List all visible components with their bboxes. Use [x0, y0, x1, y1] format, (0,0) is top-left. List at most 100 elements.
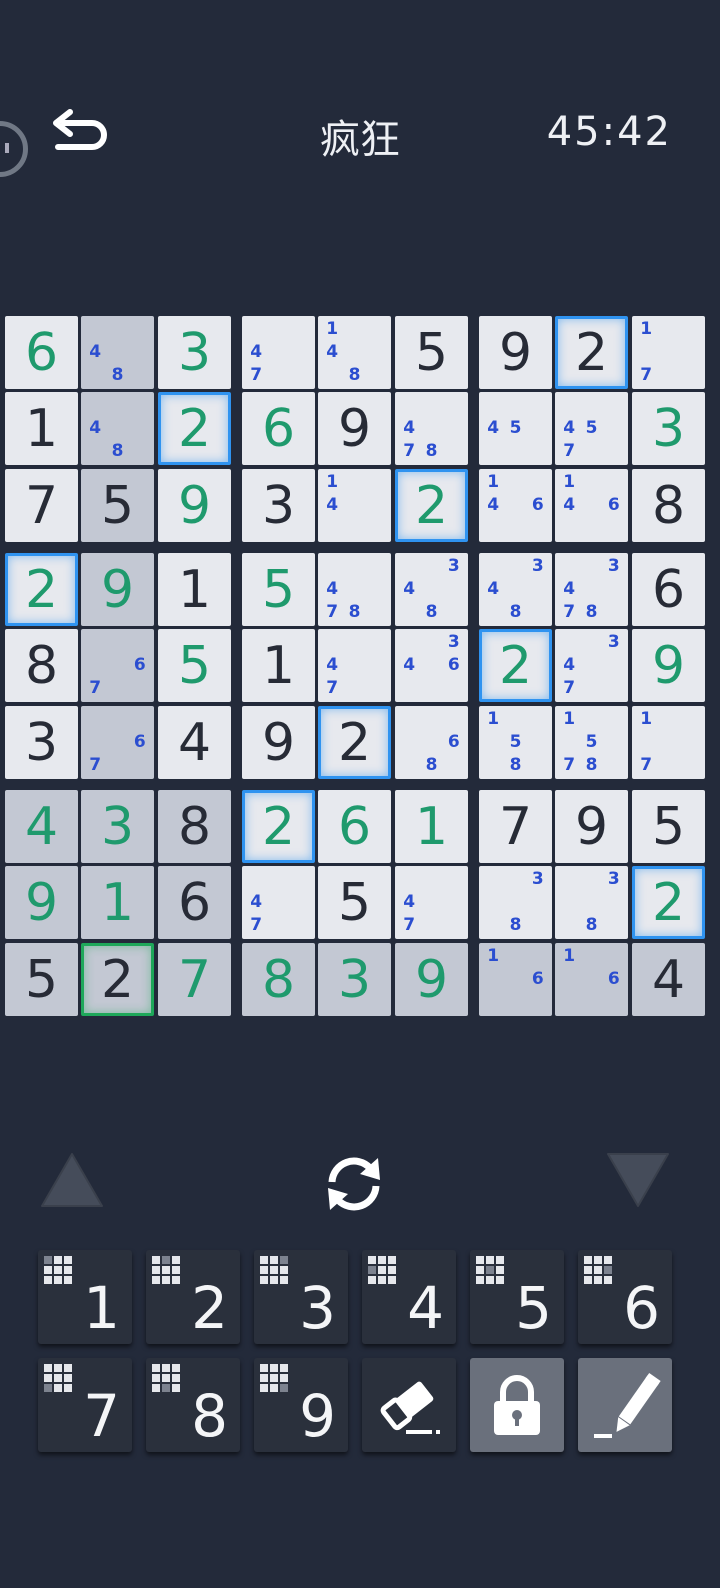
sudoku-cell[interactable]: 17 — [632, 706, 705, 779]
sudoku-cell[interactable]: 14 — [318, 469, 391, 542]
sudoku-cell[interactable]: 2 — [5, 553, 78, 626]
sudoku-cell[interactable]: 2 — [158, 392, 231, 465]
number-key-2[interactable]: 2 — [146, 1250, 240, 1344]
sudoku-cell[interactable]: 2 — [242, 790, 315, 863]
sudoku-cell[interactable]: 9 — [81, 553, 154, 626]
sudoku-cell[interactable]: 6 — [5, 316, 78, 389]
sudoku-cell[interactable]: 1 — [81, 866, 154, 939]
sudoku-cell[interactable]: 1 4 6 — [555, 469, 628, 542]
sudoku-cell[interactable]: 47 — [242, 316, 315, 389]
sudoku-cell[interactable]: 16 — [555, 943, 628, 1016]
sudoku-cell[interactable]: 9 — [395, 943, 468, 1016]
sudoku-cell[interactable]: 4 78 — [395, 392, 468, 465]
sudoku-cell[interactable]: 3 — [81, 790, 154, 863]
number-key-8[interactable]: 8 — [146, 1358, 240, 1452]
triangle-down-icon[interactable] — [604, 1150, 672, 1210]
eraser-button[interactable] — [362, 1358, 456, 1452]
number-key-7[interactable]: 7 — [38, 1358, 132, 1452]
sudoku-cell[interactable]: 9 — [5, 866, 78, 939]
sudoku-cell[interactable]: 2 — [479, 629, 552, 702]
sudoku-cell[interactable]: 5 — [5, 943, 78, 1016]
sudoku-cell[interactable]: 9 — [242, 706, 315, 779]
sudoku-cell[interactable]: 3 — [632, 392, 705, 465]
pencil-note: 4 — [326, 495, 339, 515]
number-key-9[interactable]: 9 — [254, 1358, 348, 1452]
sudoku-cell[interactable]: 3 4 7 — [555, 629, 628, 702]
refresh-button[interactable] — [318, 1148, 390, 1220]
sudoku-cell[interactable]: 7 — [479, 790, 552, 863]
sudoku-cell[interactable]: 6 — [318, 790, 391, 863]
sudoku-cell[interactable]: 8 — [158, 790, 231, 863]
sudoku-cell[interactable]: 1578 — [555, 706, 628, 779]
number-key-6[interactable]: 6 — [578, 1250, 672, 1344]
sudoku-cell[interactable]: 9 — [632, 629, 705, 702]
number-key-5[interactable]: 5 — [470, 1250, 564, 1344]
sudoku-cell[interactable]: 1 — [158, 553, 231, 626]
sudoku-cell[interactable]: 3 4 78 — [555, 553, 628, 626]
triangle-up-icon[interactable] — [38, 1150, 106, 1210]
sudoku-cell[interactable]: 5 — [632, 790, 705, 863]
sudoku-cell[interactable]: 47 — [318, 629, 391, 702]
sudoku-cell[interactable]: 5 — [395, 316, 468, 389]
sudoku-cell[interactable]: 48 — [81, 392, 154, 465]
number-key-1[interactable]: 1 — [38, 1250, 132, 1344]
sudoku-cell[interactable]: 67 — [81, 706, 154, 779]
sudoku-cell[interactable]: 47 — [395, 866, 468, 939]
sudoku-cell[interactable]: 5 — [242, 553, 315, 626]
sudoku-cell[interactable]: 8 — [242, 943, 315, 1016]
sudoku-cell[interactable]: 4 — [5, 790, 78, 863]
sudoku-cell[interactable]: 38 — [555, 866, 628, 939]
number-key-4[interactable]: 4 — [362, 1250, 456, 1344]
number-key-3[interactable]: 3 — [254, 1250, 348, 1344]
sudoku-cell[interactable]: 1 — [395, 790, 468, 863]
sudoku-cell[interactable]: 9 — [555, 790, 628, 863]
sudoku-cell[interactable]: 3 48 — [479, 553, 552, 626]
sudoku-cell[interactable]: 6 — [158, 866, 231, 939]
sudoku-cell[interactable]: 2 — [81, 943, 154, 1016]
sudoku-cell[interactable]: 15 8 — [479, 706, 552, 779]
sudoku-cell[interactable]: 4 — [158, 706, 231, 779]
sudoku-cell[interactable]: 6 — [242, 392, 315, 465]
sudoku-cell[interactable]: 1 4 6 — [479, 469, 552, 542]
sudoku-cell[interactable]: 3 — [318, 943, 391, 1016]
sudoku-cell[interactable]: 3 — [242, 469, 315, 542]
sudoku-cell[interactable]: 5 — [318, 866, 391, 939]
sudoku-cell[interactable]: 4 — [632, 943, 705, 1016]
sudoku-cell[interactable]: 8 — [632, 469, 705, 542]
sudoku-cell[interactable]: 45 — [479, 392, 552, 465]
sudoku-cell[interactable]: 8 — [5, 629, 78, 702]
sudoku-cell[interactable]: 4 78 — [318, 553, 391, 626]
sudoku-cell[interactable]: 68 — [395, 706, 468, 779]
sudoku-cell[interactable]: 48 — [81, 316, 154, 389]
sudoku-cell[interactable]: 1 — [5, 392, 78, 465]
sudoku-cell[interactable]: 38 — [479, 866, 552, 939]
cell-notes: 47 — [245, 868, 312, 937]
sudoku-cell[interactable]: 17 — [632, 316, 705, 389]
sudoku-cell[interactable]: 67 — [81, 629, 154, 702]
sudoku-cell[interactable]: 1 48 — [318, 316, 391, 389]
lock-button[interactable] — [470, 1358, 564, 1452]
sudoku-cell[interactable]: 5 — [158, 629, 231, 702]
cell-value: 2 — [177, 398, 212, 459]
cell-notes: 457 — [558, 394, 625, 463]
sudoku-cell[interactable]: 2 — [555, 316, 628, 389]
sudoku-cell[interactable]: 9 — [158, 469, 231, 542]
sudoku-cell[interactable]: 47 — [242, 866, 315, 939]
sudoku-cell[interactable]: 9 — [318, 392, 391, 465]
sudoku-cell[interactable]: 3 — [158, 316, 231, 389]
sudoku-cell[interactable]: 1 — [242, 629, 315, 702]
pencil-mode-button[interactable] — [578, 1358, 672, 1452]
sudoku-cell[interactable]: 457 — [555, 392, 628, 465]
sudoku-cell[interactable]: 5 — [81, 469, 154, 542]
sudoku-cell[interactable]: 6 — [632, 553, 705, 626]
sudoku-cell[interactable]: 3 4 6 — [395, 629, 468, 702]
sudoku-cell[interactable]: 2 — [632, 866, 705, 939]
sudoku-cell[interactable]: 7 — [158, 943, 231, 1016]
sudoku-cell[interactable]: 3 48 — [395, 553, 468, 626]
sudoku-cell[interactable]: 2 — [318, 706, 391, 779]
sudoku-cell[interactable]: 7 — [5, 469, 78, 542]
sudoku-cell[interactable]: 3 — [5, 706, 78, 779]
sudoku-cell[interactable]: 16 — [479, 943, 552, 1016]
sudoku-cell[interactable]: 2 — [395, 469, 468, 542]
sudoku-cell[interactable]: 9 — [479, 316, 552, 389]
